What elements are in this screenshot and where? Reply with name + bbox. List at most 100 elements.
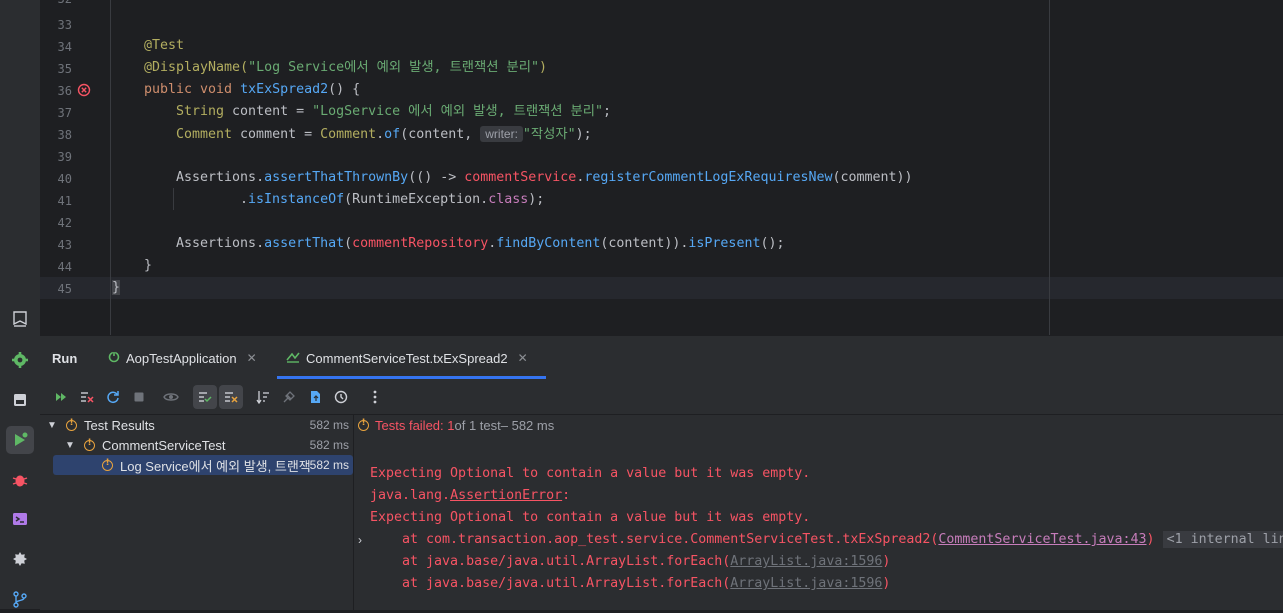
tool-window-strip — [0, 0, 41, 609]
code-line-36: public void txExSpread2() { — [144, 79, 360, 101]
rerun-icon[interactable] — [49, 385, 73, 409]
duration: 582 ms — [309, 438, 349, 452]
line-number: 44 — [57, 260, 72, 274]
sort-icon[interactable] — [251, 385, 275, 409]
run-toolbar — [40, 380, 1283, 415]
duration: 582 ms — [309, 418, 349, 432]
current-line-highlight — [40, 277, 1283, 299]
internal-lines-fold[interactable]: <1 internal line> — [1162, 531, 1283, 548]
console-line: at com.transaction.aop_test.service.Comm… — [370, 529, 1283, 551]
services-gear-icon[interactable] — [6, 346, 34, 374]
tests-failed-label: Tests failed: 1 — [375, 418, 455, 433]
code-text: () { — [328, 82, 361, 97]
code-text: . — [376, 127, 385, 142]
run-icon[interactable] — [6, 426, 34, 454]
method-name: isInstanceOf — [248, 192, 345, 207]
tree-item-test-results[interactable]: ▼ Test Results 582 ms — [40, 415, 353, 435]
console-line: Expecting Optional to contain a value bu… — [370, 466, 811, 481]
tree-item-comment-service-test[interactable]: ▼ CommentServiceTest 582 ms — [40, 435, 353, 455]
tab-comment-service-test[interactable]: CommentServiceTest.txExSpread2 ✕ — [286, 336, 528, 380]
active-tab-indicator — [277, 376, 546, 379]
tab-aop-test-application[interactable]: AopTestApplication ✕ — [108, 336, 257, 380]
console-text: ) — [882, 576, 891, 591]
stacktrace-link[interactable]: ArrayList.java:1596 — [730, 576, 882, 591]
warning-icon — [102, 458, 113, 471]
code-line-35: @DisplayName("Log Service에서 예외 발생, 트랜잭션 … — [144, 57, 547, 79]
tree-item-label: Test Results — [84, 417, 155, 433]
history-icon[interactable] — [329, 385, 353, 409]
code-text: ); — [575, 127, 592, 142]
annotation-close: ) — [538, 60, 547, 75]
problems-icon[interactable] — [6, 545, 34, 573]
close-icon[interactable]: ✕ — [518, 351, 528, 365]
code-text: } — [112, 280, 121, 295]
code-text: (comment)) — [832, 170, 913, 185]
rerun-failed-icon[interactable] — [75, 385, 99, 409]
run-panel-title: Run — [52, 350, 78, 366]
test-failed-gutter-icon[interactable] — [77, 83, 91, 102]
line-number: 41 — [57, 194, 72, 208]
pin-icon[interactable] — [277, 385, 301, 409]
tree-item-test-method[interactable]: Log Service에서 예외 발생, 트랜잭 582 ms — [53, 455, 353, 475]
code-text: (RuntimeException. — [344, 192, 489, 207]
warning-icon — [84, 438, 95, 451]
code-line-37: String content = "LogService 에서 예외 발생, 트… — [176, 101, 611, 123]
parameter-hint: writer: — [480, 126, 523, 142]
stacktrace-link[interactable]: CommentServiceTest.java:43 — [938, 532, 1146, 547]
line-number: 35 — [57, 62, 72, 76]
console-text: ) — [882, 554, 891, 569]
warning-icon — [66, 418, 77, 431]
code-line-45: } — [112, 277, 121, 299]
line-number: 45 — [57, 282, 72, 296]
stop-icon[interactable] — [127, 385, 151, 409]
warning-icon — [358, 418, 369, 431]
stacktrace-link[interactable]: ArrayList.java:1596 — [730, 554, 882, 569]
keyword: class — [488, 192, 529, 207]
test-results-tree: ▼ Test Results 582 ms ▼ CommentServiceTe… — [40, 415, 353, 610]
debug-bug-icon[interactable] — [6, 466, 34, 494]
code-text: comment = — [240, 127, 321, 142]
spring-app-icon — [108, 351, 120, 366]
bookmarks-icon[interactable] — [6, 305, 34, 333]
line-number: 36 — [57, 84, 72, 98]
code-text: (content, — [400, 127, 481, 142]
console-line: at java.base/java.util.ArrayList.forEach… — [370, 573, 890, 595]
console-text: at java.base/java.util.ArrayList.forEach… — [370, 576, 731, 591]
terminal-icon[interactable] — [6, 505, 34, 533]
code-line-43: Assertions.assertThat(commentRepository.… — [176, 233, 785, 255]
console-output[interactable]: Tests failed: 1 of 1 test – 582 ms Expec… — [354, 415, 1283, 610]
console-text: at com.transaction.aop_test.service.Comm… — [370, 532, 939, 547]
console-text: java.lang. — [370, 488, 451, 503]
line-number: 34 — [57, 40, 72, 54]
export-icon[interactable] — [303, 385, 327, 409]
line-number: 42 — [57, 216, 72, 230]
chevron-down-icon[interactable]: ▼ — [47, 420, 57, 431]
chevron-down-icon[interactable]: ▼ — [65, 440, 75, 451]
console-exception-link[interactable]: AssertionError — [450, 488, 562, 503]
show-passed-toggle-icon[interactable] — [193, 385, 217, 409]
console-text: at java.base/java.util.ArrayList.forEach… — [370, 554, 731, 569]
code-text: . — [256, 236, 265, 251]
tree-item-label: CommentServiceTest — [102, 437, 226, 453]
rerun-auto-icon[interactable] — [101, 385, 125, 409]
line-number: 37 — [57, 106, 72, 120]
console-line: at java.base/java.util.ArrayList.forEach… — [370, 551, 890, 573]
run-tab-bar: Run AopTestApplication ✕ CommentServiceT… — [40, 336, 1283, 380]
chevron-right-icon[interactable]: › — [358, 529, 362, 551]
code-line-41: .isInstanceOf(RuntimeException.class); — [240, 189, 544, 211]
annotation: @DisplayName( — [144, 60, 249, 75]
line-number: 32 — [40, 0, 72, 6]
test-count: of 1 test — [454, 418, 501, 433]
line-number-gutter: 32 33 34 35 36 37 38 39 40 41 42 43 44 4… — [40, 0, 110, 335]
database-icon[interactable] — [6, 386, 34, 414]
show-passed-eye-icon[interactable] — [159, 385, 183, 409]
close-icon[interactable]: ✕ — [247, 351, 257, 365]
code-editor[interactable]: 32 33 34 35 36 37 38 39 40 41 42 43 44 4… — [40, 0, 1283, 335]
code-text: . — [256, 170, 265, 185]
string-literal: "Log Service에서 예외 발생, 트랜잭션 분리" — [248, 60, 539, 75]
code-text: (); — [760, 236, 785, 251]
right-margin-guide — [1049, 0, 1050, 335]
method-name: txExSpread2 — [240, 82, 329, 97]
show-ignored-toggle-icon[interactable] — [219, 385, 243, 409]
more-options-icon[interactable] — [363, 385, 387, 409]
